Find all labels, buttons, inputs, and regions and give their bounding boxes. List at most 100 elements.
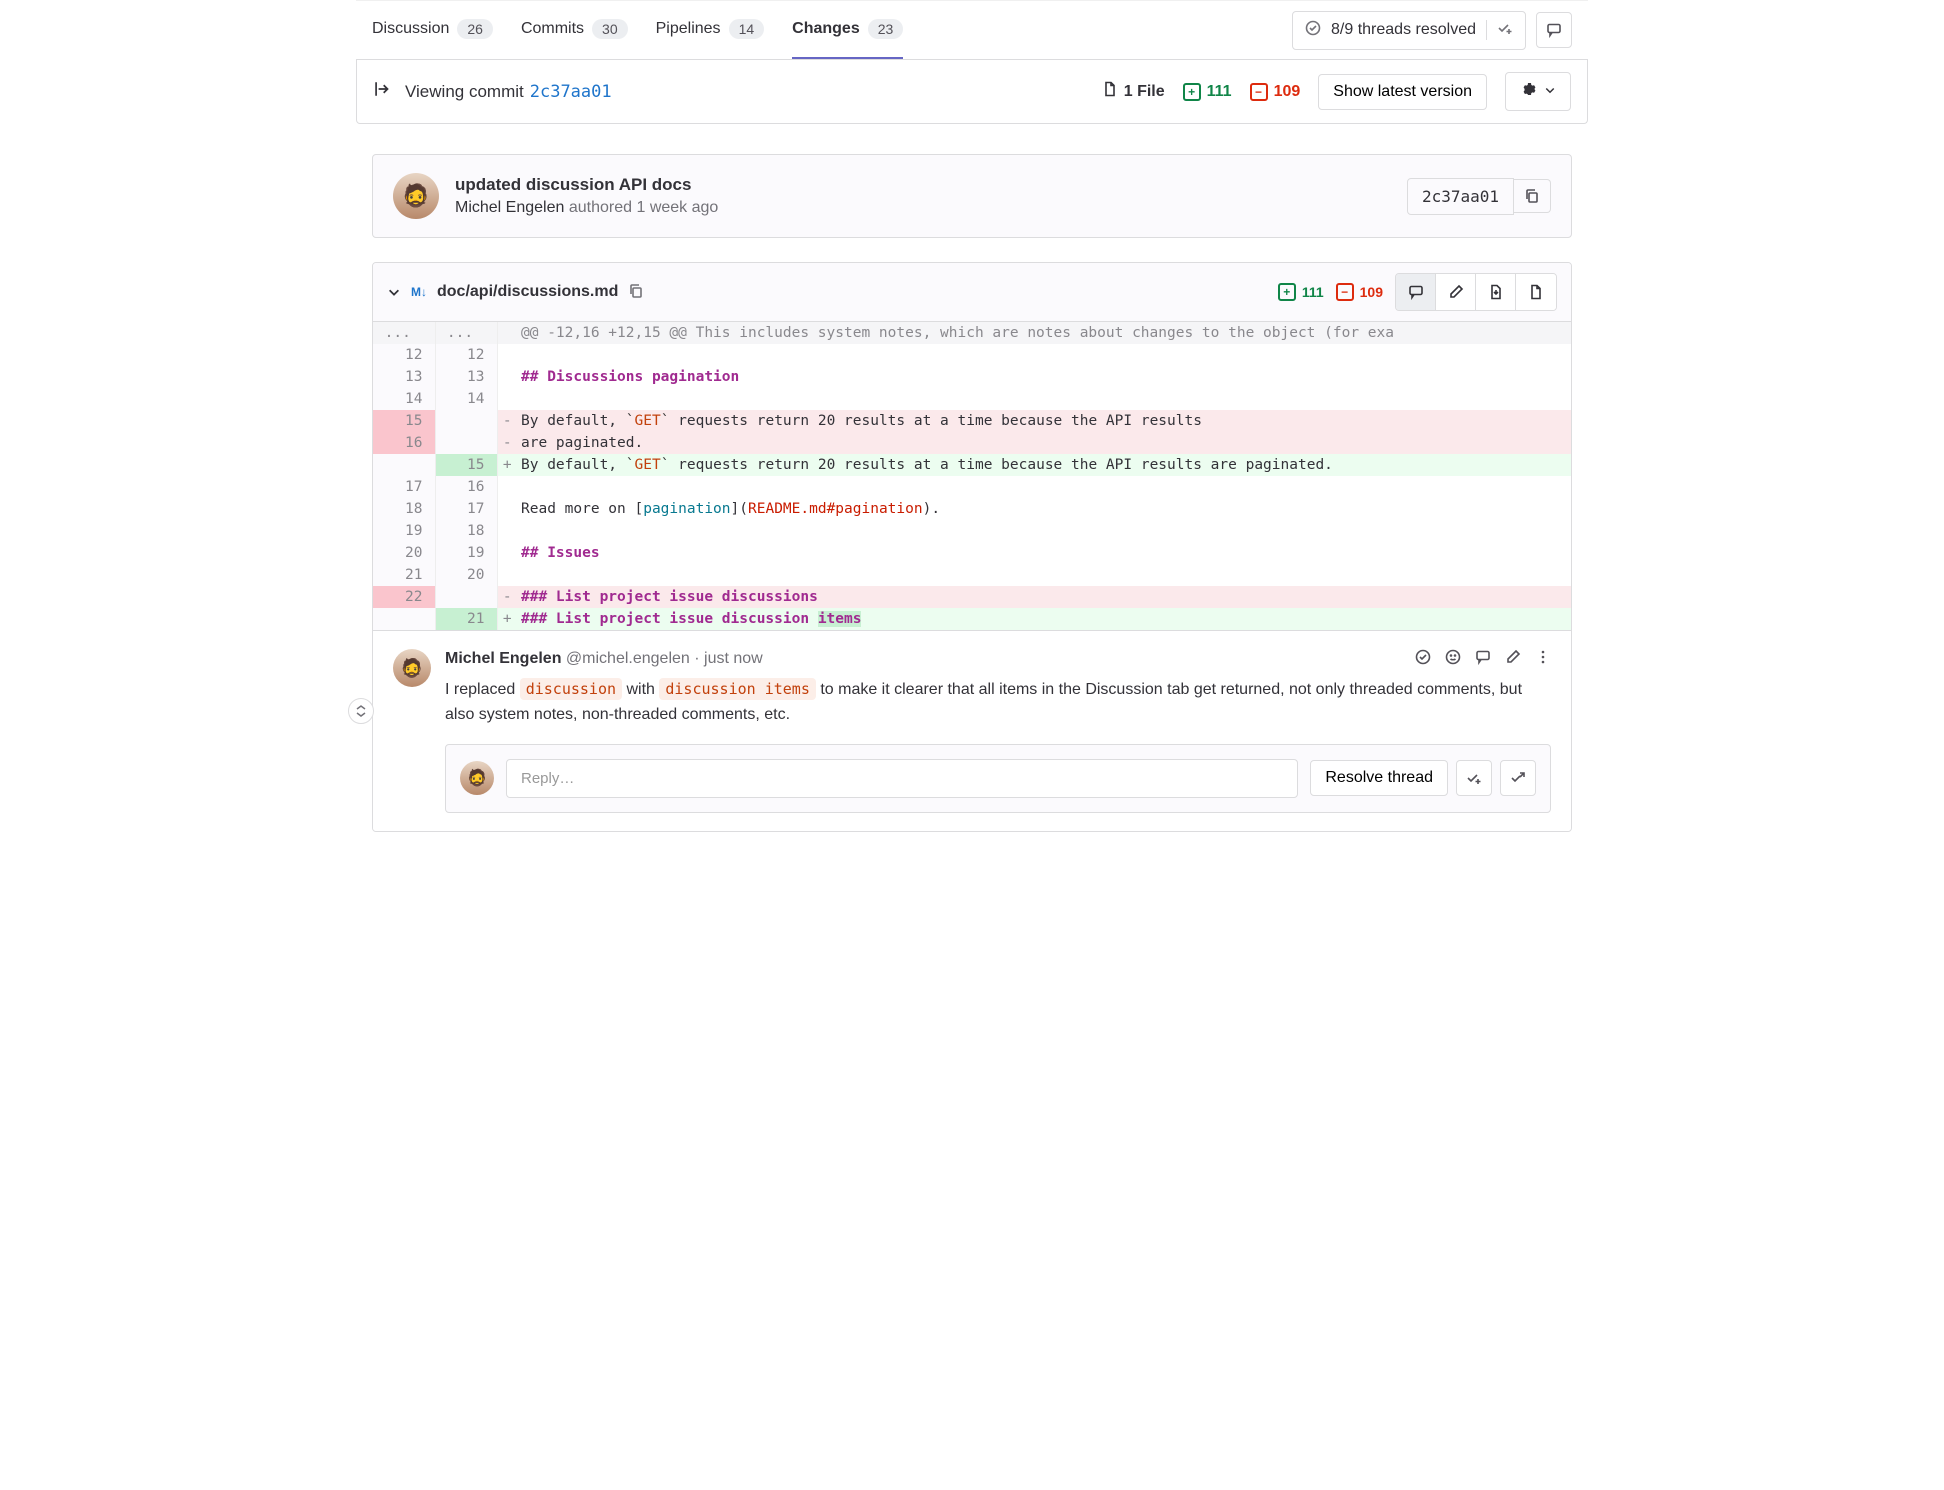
tab-label: Discussion bbox=[372, 20, 449, 38]
diff-sign bbox=[497, 344, 517, 366]
diff-line[interactable]: 1817Read more on [pagination](README.md#… bbox=[373, 498, 1571, 520]
author-name[interactable]: Michel Engelen bbox=[445, 650, 561, 667]
diff-sign bbox=[497, 564, 517, 586]
diff-code: ## Discussions pagination bbox=[517, 366, 1571, 388]
tab-label: Pipelines bbox=[656, 20, 721, 38]
minus-box-icon: − bbox=[1250, 83, 1268, 101]
resolve-open-issue-icon[interactable] bbox=[1500, 760, 1536, 796]
comment-time: just now bbox=[704, 650, 763, 667]
old-line-number: 17 bbox=[373, 476, 435, 498]
chevron-down-icon[interactable] bbox=[387, 285, 401, 299]
diff-sign: + bbox=[497, 454, 517, 476]
file-lines-removed: − 109 bbox=[1336, 283, 1383, 301]
file-tree-toggle-icon[interactable] bbox=[373, 80, 391, 103]
diff-code: By default, `GET` requests return 20 res… bbox=[517, 454, 1571, 476]
diff-line[interactable]: 21+### List project issue discussion ite… bbox=[373, 608, 1571, 630]
reply-input[interactable]: Reply… bbox=[506, 759, 1298, 798]
tab-changes[interactable]: Changes 23 bbox=[792, 1, 903, 59]
reply-icon[interactable] bbox=[1475, 649, 1491, 668]
diff-sign bbox=[497, 388, 517, 410]
old-line-number: 12 bbox=[373, 344, 435, 366]
download-file-button[interactable] bbox=[1476, 274, 1516, 310]
plus-box-icon: + bbox=[1278, 283, 1296, 301]
check-plus-icon[interactable] bbox=[1497, 20, 1513, 41]
old-line-number: 18 bbox=[373, 498, 435, 520]
tab-label: Commits bbox=[521, 20, 584, 38]
avatar[interactable]: 🧔 bbox=[393, 173, 439, 219]
diff-line[interactable]: 1212 bbox=[373, 344, 1571, 366]
gear-icon bbox=[1520, 81, 1536, 102]
diff-line[interactable]: 1414 bbox=[373, 388, 1571, 410]
resolve-new-discussion-icon[interactable] bbox=[1456, 760, 1492, 796]
diff-code: ## Issues bbox=[517, 542, 1571, 564]
diff-sign bbox=[497, 520, 517, 542]
diff-line[interactable]: 15-By default, `GET` requests return 20 … bbox=[373, 410, 1571, 432]
new-line-number bbox=[435, 410, 497, 432]
emoji-icon[interactable] bbox=[1445, 649, 1461, 668]
old-line-number: 14 bbox=[373, 388, 435, 410]
diff-code: Read more on [pagination](README.md#pagi… bbox=[517, 498, 1571, 520]
diff-line[interactable]: 2120 bbox=[373, 564, 1571, 586]
avatar[interactable]: 🧔 bbox=[460, 761, 494, 795]
plus-box-icon: + bbox=[1183, 83, 1201, 101]
new-line-number: 18 bbox=[435, 520, 497, 542]
edit-icon[interactable] bbox=[1505, 649, 1521, 668]
commit-sha[interactable]: 2c37aa01 bbox=[1407, 178, 1514, 215]
minus-box-icon: − bbox=[1336, 283, 1354, 301]
comment-text: I replaced discussion with discussion it… bbox=[445, 678, 1551, 728]
avatar[interactable]: 🧔 bbox=[393, 649, 431, 687]
tab-pipelines[interactable]: Pipelines 14 bbox=[656, 1, 765, 59]
next-discussion-icon[interactable] bbox=[1536, 12, 1572, 48]
edit-file-button[interactable] bbox=[1436, 274, 1476, 310]
resolve-check-icon[interactable] bbox=[1415, 649, 1431, 668]
viewing-sha-link[interactable]: 2c37aa01 bbox=[530, 82, 612, 102]
resolve-thread-button[interactable]: Resolve thread bbox=[1310, 760, 1448, 796]
file-icon bbox=[1102, 81, 1118, 102]
tabs-row: Discussion 26 Commits 30 Pipelines 14 Ch… bbox=[356, 0, 1588, 60]
discussion-mode-button[interactable] bbox=[1396, 274, 1436, 310]
reply-card: 🧔 Reply… Resolve thread bbox=[445, 744, 1551, 813]
tab-commits[interactable]: Commits 30 bbox=[521, 1, 628, 59]
diff-sign bbox=[497, 476, 517, 498]
copy-path-icon[interactable] bbox=[628, 283, 644, 302]
old-line-number: 20 bbox=[373, 542, 435, 564]
tab-discussion[interactable]: Discussion 26 bbox=[372, 1, 493, 59]
resolved-check-icon bbox=[1305, 20, 1321, 41]
file-path[interactable]: doc/api/discussions.md bbox=[437, 283, 618, 301]
hunk-text: @@ -12,16 +12,15 @@ This includes system… bbox=[517, 322, 1571, 344]
removed-count: 109 bbox=[1274, 83, 1301, 101]
commit-title[interactable]: updated discussion API docs bbox=[455, 175, 718, 195]
copy-sha-button[interactable] bbox=[1514, 179, 1551, 213]
tab-label: Changes bbox=[792, 20, 860, 38]
show-latest-version-button[interactable]: Show latest version bbox=[1318, 74, 1487, 110]
diff-line[interactable]: 15+By default, `GET` requests return 20 … bbox=[373, 454, 1571, 476]
commit-card: 🧔 updated discussion API docs Michel Eng… bbox=[372, 154, 1572, 238]
old-line-number: 13 bbox=[373, 366, 435, 388]
diff-sign bbox=[497, 366, 517, 388]
diff-sign: - bbox=[497, 432, 517, 454]
diff-code bbox=[517, 520, 1571, 542]
text: I replaced bbox=[445, 681, 520, 698]
diff-line[interactable]: 22-### List project issue discussions bbox=[373, 586, 1571, 608]
more-icon[interactable] bbox=[1535, 649, 1551, 668]
authored-label: authored bbox=[569, 199, 632, 216]
new-line-number: 16 bbox=[435, 476, 497, 498]
diff-line[interactable]: 2019## Issues bbox=[373, 542, 1571, 564]
new-line-number: 14 bbox=[435, 388, 497, 410]
collapse-file-widget[interactable] bbox=[348, 698, 374, 724]
diff-code: ### List project issue discussion items bbox=[517, 608, 1571, 630]
commit-author[interactable]: Michel Engelen bbox=[455, 199, 564, 216]
added-count: 111 bbox=[1207, 83, 1232, 101]
diff-line[interactable]: 16-are paginated. bbox=[373, 432, 1571, 454]
tab-count-badge: 26 bbox=[457, 19, 493, 39]
diff-code bbox=[517, 564, 1571, 586]
author-handle[interactable]: @michel.engelen bbox=[566, 650, 690, 667]
new-line-number bbox=[435, 432, 497, 454]
lines-added: + 111 bbox=[1183, 83, 1232, 101]
diff-settings-button[interactable] bbox=[1505, 72, 1571, 111]
hunk-header-row[interactable]: ......@@ -12,16 +12,15 @@ This includes … bbox=[373, 322, 1571, 344]
diff-line[interactable]: 1918 bbox=[373, 520, 1571, 542]
diff-line[interactable]: 1313## Discussions pagination bbox=[373, 366, 1571, 388]
view-file-button[interactable] bbox=[1516, 274, 1556, 310]
diff-line[interactable]: 1716 bbox=[373, 476, 1571, 498]
